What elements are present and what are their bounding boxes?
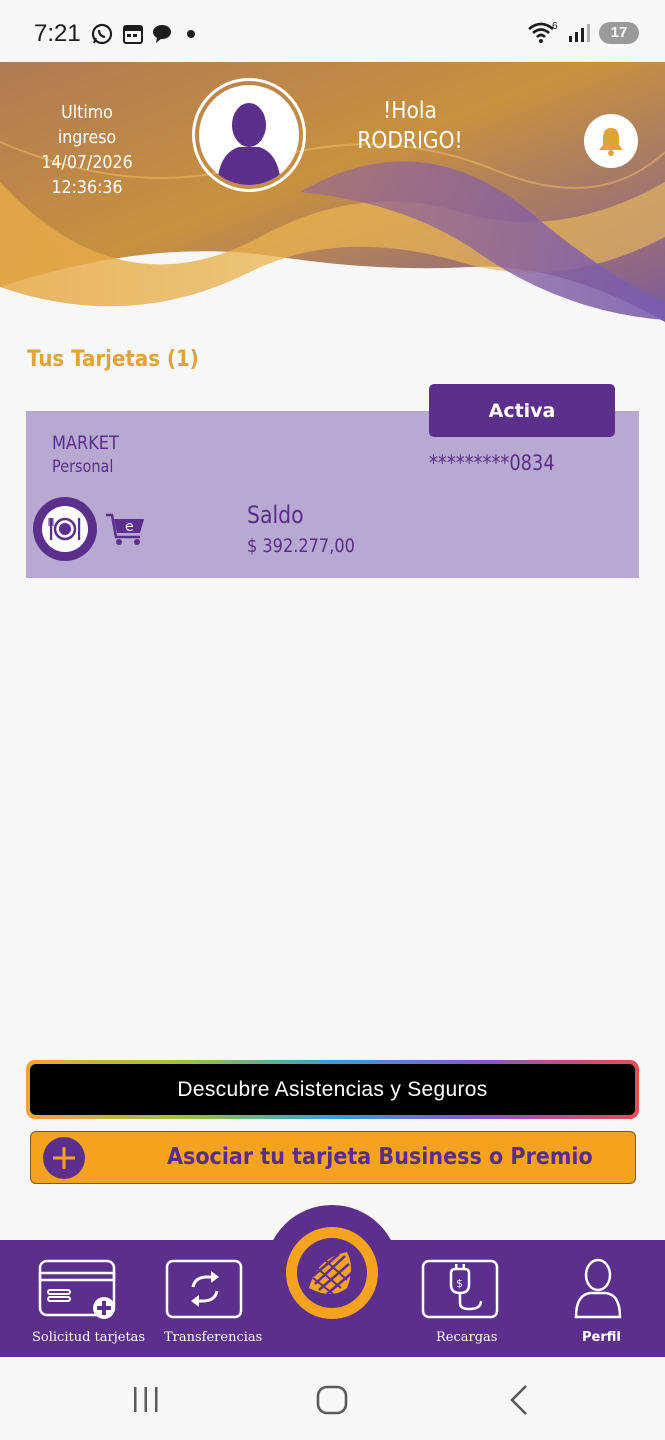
nav-item-perfil[interactable]: Perfil xyxy=(550,1240,646,1357)
plus-icon xyxy=(43,1137,85,1179)
home-icon[interactable] xyxy=(314,1383,350,1417)
battery-indicator: 17 xyxy=(599,22,639,44)
nav-label-transferencias: Transferencias xyxy=(164,1330,263,1345)
system-navigation-bar xyxy=(0,1357,665,1440)
brand-logo-icon xyxy=(297,1238,367,1308)
avatar-silhouette-icon xyxy=(199,85,299,185)
nav-label-perfil: Perfil xyxy=(582,1330,621,1345)
card-add-icon xyxy=(38,1259,116,1319)
greeting: !Hola RODRIGO! xyxy=(348,96,471,156)
status-time: 7:21 xyxy=(34,20,81,47)
transfer-icon xyxy=(165,1259,243,1319)
notification-icons xyxy=(90,22,198,46)
greeting-line1: !Hola xyxy=(383,98,437,124)
more-notifications-dot-icon xyxy=(187,30,195,38)
notifications-bell-button[interactable] xyxy=(584,114,638,168)
header: Ultimo ingreso 14/07/2026 12:36:36 !Hola… xyxy=(0,62,665,324)
associate-card-label: Asociar tu tarjeta Business o Premio xyxy=(167,1144,593,1170)
wifi-badge: 6 xyxy=(552,21,558,32)
card-name: MARKET xyxy=(52,432,119,454)
plug-recharge-icon: $ xyxy=(421,1259,499,1319)
last-login-label: Ultimo ingreso xyxy=(57,102,117,148)
bell-icon xyxy=(599,128,623,156)
nav-label-recargas: Recargas xyxy=(436,1330,498,1345)
balance-value: $ 392.277,00 xyxy=(247,535,355,557)
last-login-date: 14/07/2026 xyxy=(41,152,133,173)
system-icons: 6 17 xyxy=(527,20,639,46)
back-icon[interactable] xyxy=(504,1383,534,1417)
svg-text:$: $ xyxy=(456,1277,463,1290)
status-bar: 7:21 6 17 xyxy=(0,0,665,62)
signal-icon xyxy=(569,24,590,42)
ecommerce-cart-icon: e xyxy=(106,513,144,545)
nav-item-transferencias[interactable]: Transferencias xyxy=(150,1240,263,1357)
chat-bubbles-icon xyxy=(153,25,171,43)
card-type: Personal xyxy=(52,457,114,477)
recent-apps-icon[interactable] xyxy=(130,1385,162,1415)
nav-item-solicitud-tarjetas[interactable]: Solicitud tarjetas xyxy=(24,1240,145,1357)
calendar-icon xyxy=(123,25,143,44)
nav-item-recargas[interactable]: $ Recargas xyxy=(406,1240,516,1357)
discover-assistance-label: Descubre Asistencias y Seguros xyxy=(30,1064,635,1115)
last-login-time: 12:36:36 xyxy=(51,177,123,198)
nav-label-solicitud: Solicitud tarjetas xyxy=(32,1330,146,1345)
food-plate-icon xyxy=(33,497,97,561)
balance-label: Saldo xyxy=(247,501,304,529)
whatsapp-icon xyxy=(91,23,113,45)
greeting-user-name: RODRIGO! xyxy=(357,128,463,154)
user-icon xyxy=(574,1258,622,1319)
cart-badge: e xyxy=(125,519,134,535)
avatar[interactable] xyxy=(192,78,306,192)
last-login-info: Ultimo ingreso 14/07/2026 12:36:36 xyxy=(30,100,144,200)
wifi-icon: 6 xyxy=(528,21,558,43)
card-number: *********0834 xyxy=(429,451,555,475)
cards-section-title: Tus Tarjetas (1) xyxy=(27,347,199,372)
home-logo-button[interactable] xyxy=(286,1227,378,1319)
card-status-badge[interactable]: Activa xyxy=(429,384,615,437)
associate-card-button[interactable]: Asociar tu tarjeta Business o Premio xyxy=(30,1131,636,1184)
discover-assistance-button[interactable]: Descubre Asistencias y Seguros xyxy=(26,1060,639,1119)
app-screen: 7:21 6 17 Ultimo ingreso 14/07/2026 12:3… xyxy=(0,0,665,1440)
